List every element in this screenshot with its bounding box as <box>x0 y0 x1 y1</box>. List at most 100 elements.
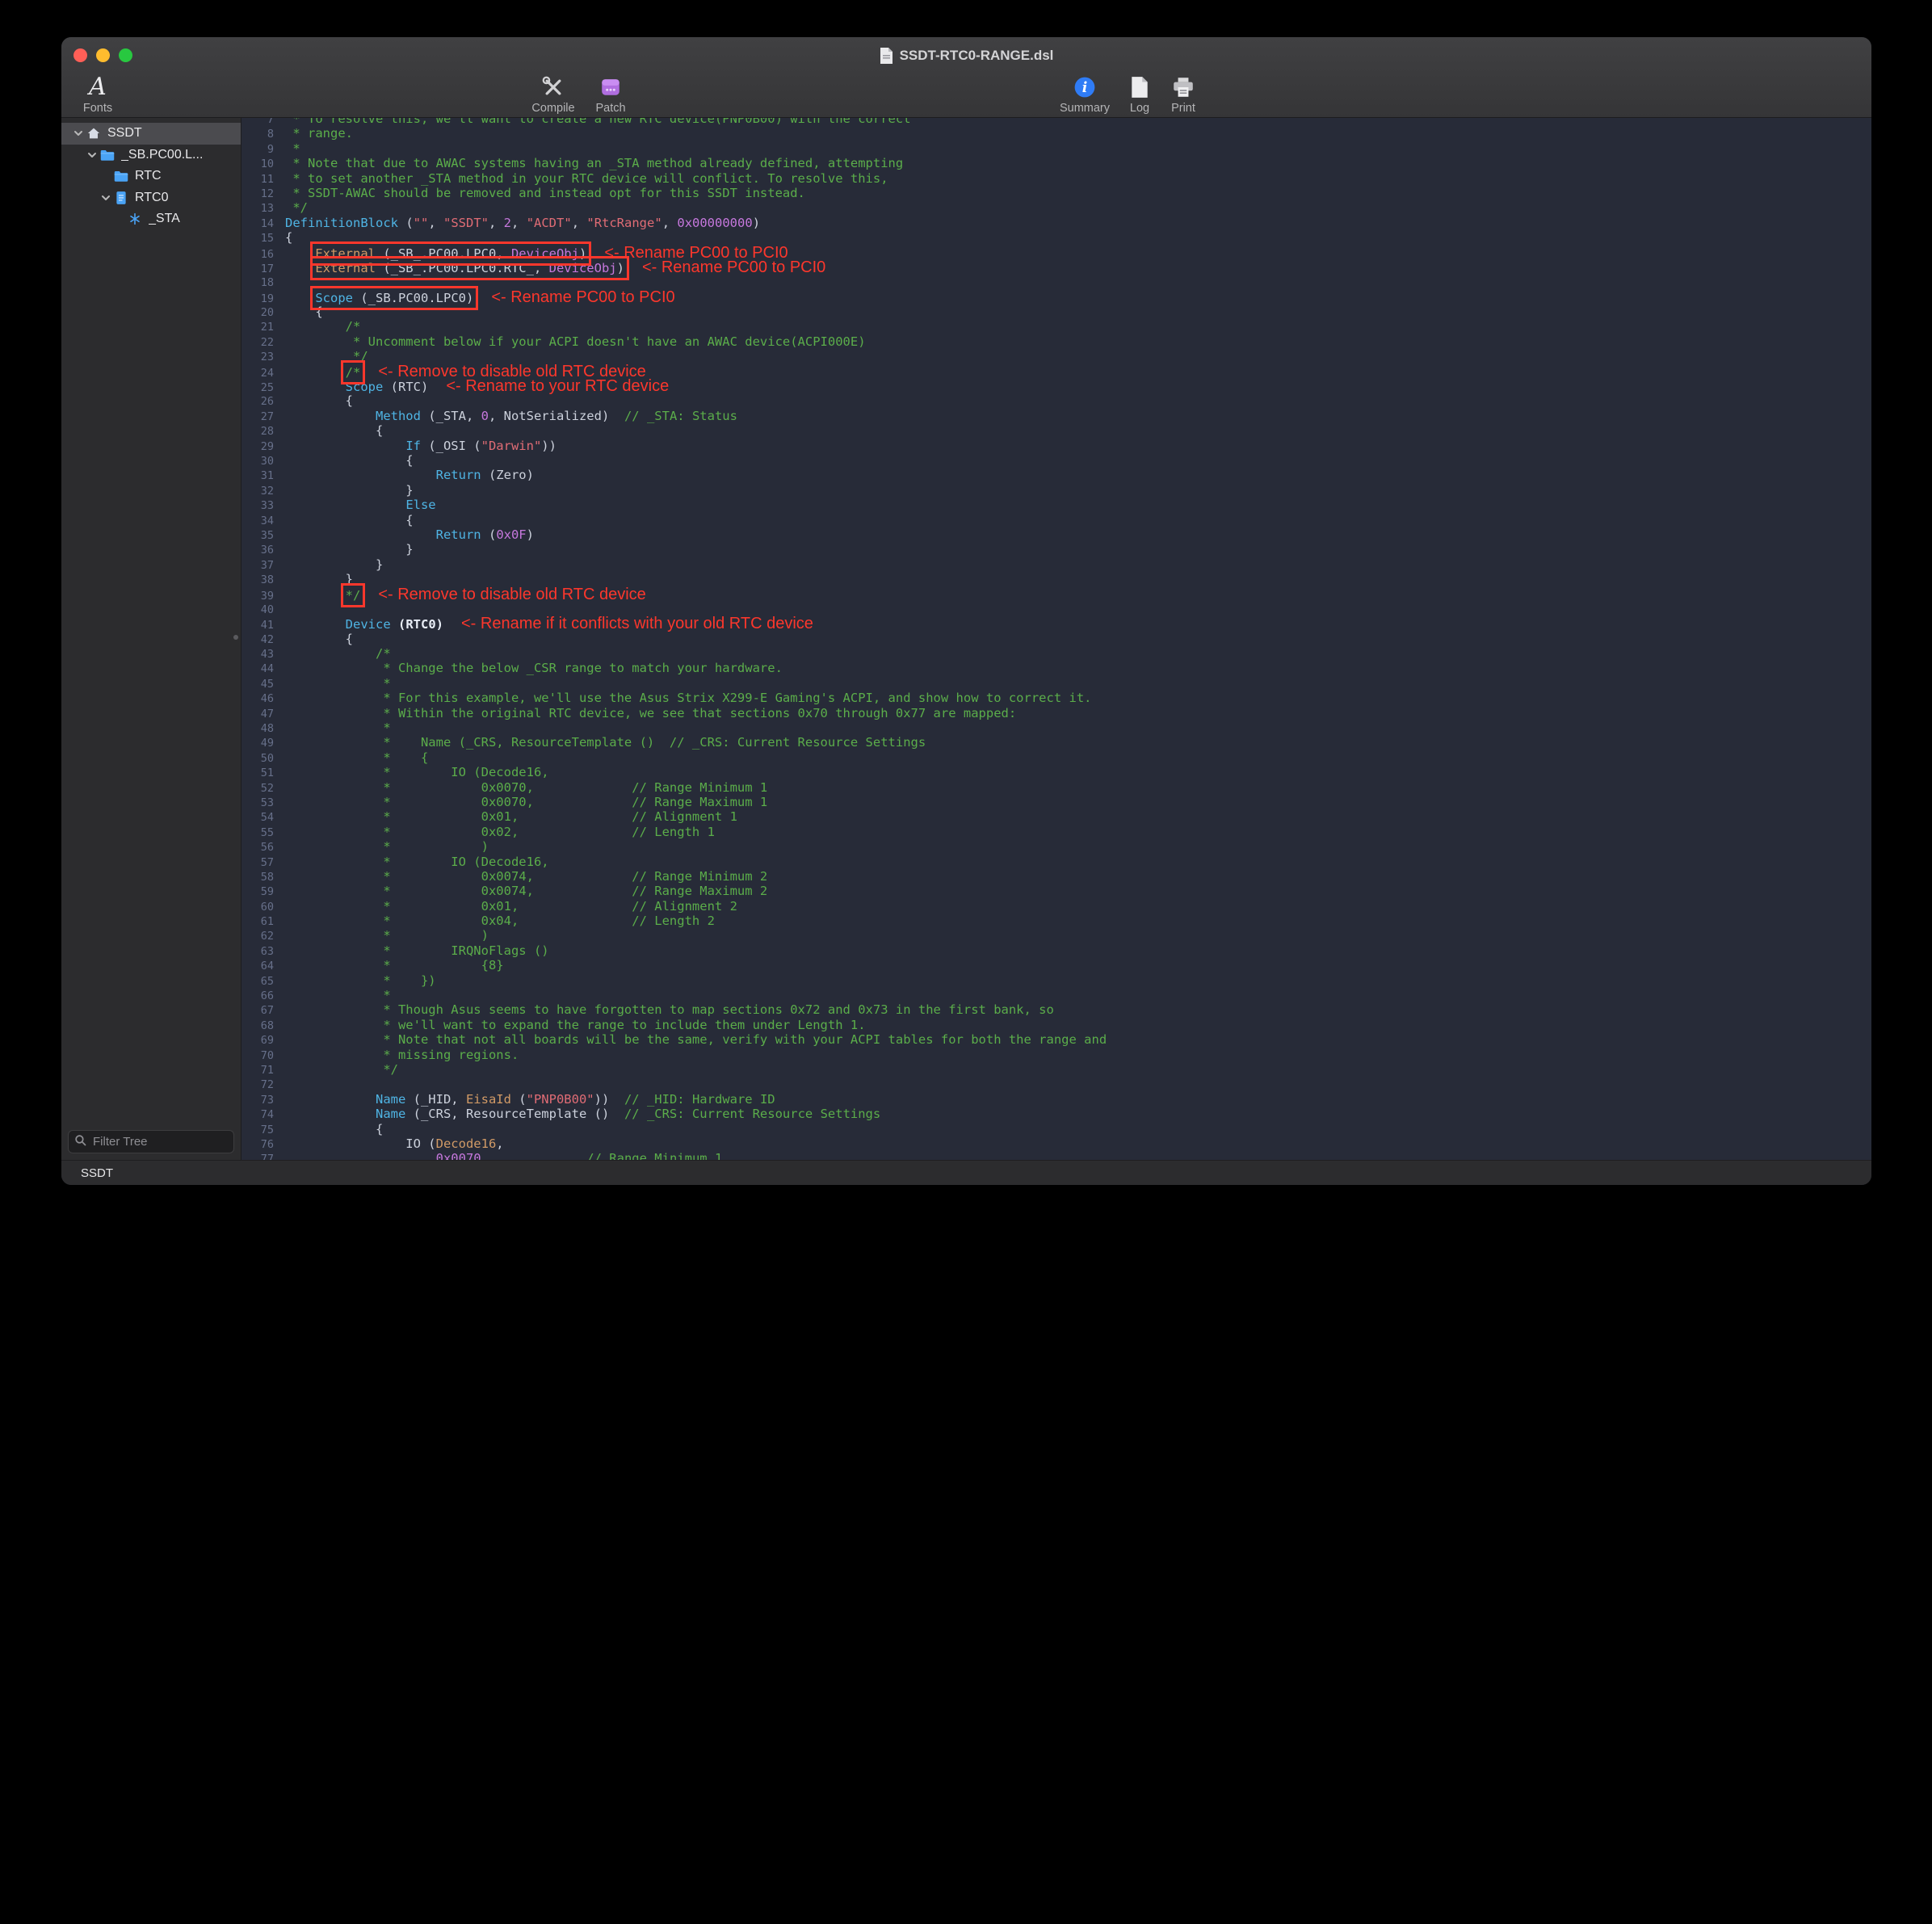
annotation-text: <- Remove to disable old RTC device <box>378 586 645 603</box>
traffic-lights <box>74 48 132 62</box>
minimize-button[interactable] <box>96 48 110 62</box>
code-segment: (RTC) <box>383 380 428 394</box>
code-segment: } <box>285 483 414 498</box>
sidebar-item-sb-pc00-l[interactable]: _SB.PC00.L... <box>61 145 241 166</box>
code-line: 30 { <box>242 453 1871 468</box>
code-segment: "ACDT" <box>527 216 572 230</box>
code-segment: * ) <box>285 928 489 943</box>
line-number: 34 <box>242 514 285 528</box>
code-line: 27 Method (_STA, 0, NotSerialized) // _S… <box>242 409 1871 423</box>
sidebar-item-label: SSDT <box>107 126 142 141</box>
code-line: 49 * Name (_CRS, ResourceTemplate () // … <box>242 735 1871 750</box>
code-line: 66 * <box>242 988 1871 1002</box>
code-line: 31 Return (Zero) <box>242 468 1871 482</box>
sidebar-item-rtc0[interactable]: RTC0 <box>61 187 241 209</box>
code-segment: */ <box>285 349 368 363</box>
code-line: 41 Device (RTC0)<- Rename if it conflict… <box>242 616 1871 631</box>
scrollbar-thumb[interactable] <box>233 635 238 640</box>
code-line: 46 * For this example, we'll use the Asu… <box>242 691 1871 705</box>
code-segment: * <box>285 988 391 1002</box>
code-segment: { <box>285 513 414 527</box>
line-number: 26 <box>242 394 285 409</box>
chevron-down-icon[interactable] <box>99 193 112 203</box>
code-segment: 0x00000000 <box>677 216 752 230</box>
line-number: 49 <box>242 736 285 750</box>
code-line: 33 Else <box>242 498 1871 512</box>
code-line: 8 * range. <box>242 126 1871 141</box>
code-segment <box>285 527 436 542</box>
code-line: 21 /* <box>242 319 1871 334</box>
code-segment: , <box>481 1151 489 1160</box>
chevron-down-icon[interactable] <box>85 150 99 160</box>
code-segment: * Though Asus seems to have forgotten to… <box>285 1002 1054 1017</box>
code-line: 45 * <box>242 676 1871 691</box>
code-segment: * Uncomment below if your ACPI doesn't h… <box>285 334 866 349</box>
line-number: 53 <box>242 796 285 810</box>
code-segment: (_SB.PC00.LPC0) <box>353 291 473 305</box>
line-number: 47 <box>242 707 285 721</box>
close-button[interactable] <box>74 48 87 62</box>
line-number: 75 <box>242 1123 285 1137</box>
line-number: 28 <box>242 424 285 439</box>
sidebar-item-ssdt[interactable]: SSDT <box>61 123 241 145</box>
code-segment: , <box>572 216 587 230</box>
code-segment: { <box>285 453 414 468</box>
toolbar: A Fonts Compile <box>61 74 1871 117</box>
code-segment <box>285 439 405 453</box>
code-line: 63 * IRQNoFlags () <box>242 943 1871 958</box>
code-editor[interactable]: 7 * To resolve this, we'll want to creat… <box>242 118 1871 1160</box>
code-segment: * IRQNoFlags () <box>285 943 549 958</box>
code-line: 28 { <box>242 423 1871 438</box>
compile-label: Compile <box>531 102 574 115</box>
code-segment: * 0x0074, // Range Maximum 2 <box>285 884 767 898</box>
document-icon <box>880 48 893 64</box>
sidebar-item-sta[interactable]: _STA <box>61 208 241 230</box>
code-line: 65 * }) <box>242 973 1871 988</box>
line-number: 38 <box>242 573 285 587</box>
code-segment: )) <box>594 1092 610 1107</box>
status-text: SSDT <box>81 1166 113 1180</box>
zoom-button[interactable] <box>119 48 132 62</box>
line-number: 22 <box>242 335 285 350</box>
code-segment: */ <box>346 588 361 603</box>
chevron-down-icon[interactable] <box>71 128 85 138</box>
code-line: 7 * To resolve this, we'll want to creat… <box>242 118 1871 126</box>
code-line: 23 */ <box>242 349 1871 363</box>
code-segment: * 0x0070, // Range Minimum 1 <box>285 780 767 795</box>
code-segment <box>285 588 346 603</box>
print-button[interactable]: Print <box>1149 74 1218 115</box>
filter-tree-input[interactable] <box>91 1134 228 1149</box>
log-document-icon <box>1130 74 1149 100</box>
line-number: 69 <box>242 1033 285 1048</box>
code-line: 18 <box>242 275 1871 289</box>
code-segment: Scope <box>315 291 353 305</box>
code-segment: , <box>511 216 527 230</box>
code-segment: Name <box>376 1092 405 1107</box>
log-label: Log <box>1130 102 1149 115</box>
code-segment: /* <box>285 319 360 334</box>
code-segment: "SSDT" <box>443 216 489 230</box>
code-line: 70 * missing regions. <box>242 1048 1871 1062</box>
code-line: 64 * {8} <box>242 958 1871 973</box>
code-line: 26 { <box>242 393 1871 408</box>
titlebar[interactable]: SSDT-RTC0-RANGE.dsl <box>61 37 1871 74</box>
fonts-button[interactable]: A Fonts <box>63 74 132 115</box>
code-segment: /* <box>346 365 361 380</box>
code-segment: 0x0070 <box>436 1151 481 1160</box>
filter-tree-field[interactable] <box>68 1130 234 1153</box>
line-number: 43 <box>242 647 285 662</box>
code-segment: (_HID, <box>405 1092 466 1107</box>
code-segment: * Within the original RTC device, we see… <box>285 706 1016 720</box>
code-segment: * SSDT-AWAC should be removed and instea… <box>285 186 805 200</box>
code-segment <box>285 617 346 632</box>
code-line: 13 */ <box>242 200 1871 215</box>
code-segment: * missing regions. <box>285 1048 519 1062</box>
patch-button[interactable]: Patch <box>576 74 645 115</box>
code-line: 9 * <box>242 141 1871 156</box>
patch-icon <box>599 74 622 100</box>
line-number: 21 <box>242 320 285 334</box>
code-segment <box>285 291 315 305</box>
code-segment: (_STA, <box>421 409 481 423</box>
sidebar-item-rtc[interactable]: RTC <box>61 166 241 187</box>
code-segment: ) <box>753 216 760 230</box>
